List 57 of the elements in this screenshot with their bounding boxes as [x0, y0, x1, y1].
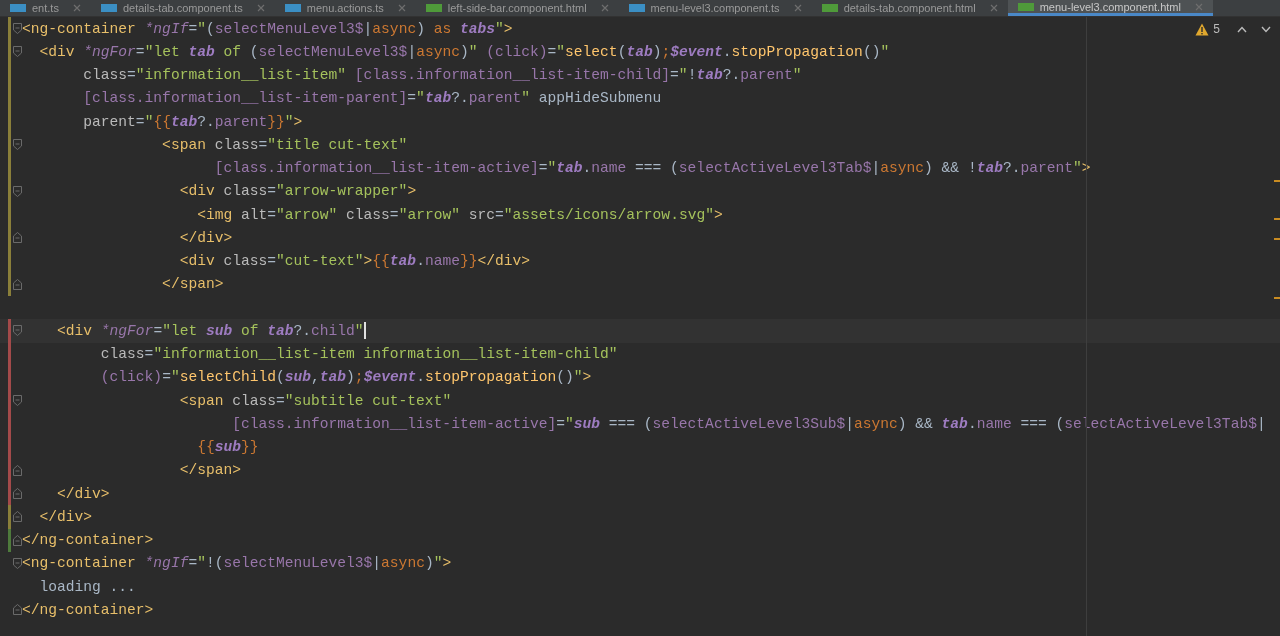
file-tab[interactable]: menu-level3.component.html — [1007, 0, 1213, 16]
file-tab[interactable]: details-tab.component.html — [811, 0, 1008, 16]
code-line: </span> — [178, 462, 241, 479]
fold-icon[interactable] — [13, 395, 22, 407]
code-line: class="information__list-item information__list-item-child" — [99, 346, 618, 363]
code-line: </ng-container> — [22, 601, 154, 618]
warning-count: 5 — [1213, 22, 1220, 36]
file-tab[interactable]: menu-level3.component.ts — [618, 0, 812, 16]
code-line: </ng-container> — [22, 532, 154, 549]
code-line: <span class="title cut-text" — [161, 136, 408, 153]
close-icon[interactable] — [793, 4, 802, 12]
code-line: (click)="selectChild(sub,tab);$event.stopPropagation()"> — [99, 369, 592, 386]
fold-icon[interactable] — [13, 464, 22, 476]
fold-icon[interactable] — [13, 534, 22, 546]
fold-icon[interactable] — [13, 604, 22, 616]
code-line: loading ... — [38, 578, 136, 595]
code-line: </div> — [38, 508, 93, 525]
file-tab[interactable]: left-side-bar.component.html — [415, 0, 619, 16]
fold-icon[interactable] — [13, 511, 22, 523]
code-line: [class.information__list-item-parent]="tab?.parent" appHideSubmenu — [82, 90, 662, 107]
file-tab[interactable]: menu.actions.ts — [274, 0, 416, 16]
code-line: {{sub}} — [196, 439, 259, 456]
fold-icon[interactable] — [13, 139, 22, 151]
close-icon[interactable] — [72, 4, 81, 12]
warning-icon[interactable] — [1195, 22, 1210, 36]
code-line: <ng-container *ngIf="!(selectMenuLevel3$|async)"> — [22, 555, 452, 572]
close-icon[interactable] — [256, 4, 265, 12]
fold-icon[interactable] — [13, 557, 22, 569]
close-icon[interactable] — [989, 4, 998, 12]
code-line: </div> — [178, 229, 233, 246]
fold-icon[interactable] — [13, 23, 22, 35]
code-line: </span> — [161, 276, 224, 293]
text-caret — [363, 322, 366, 340]
fold-icon[interactable] — [13, 46, 22, 58]
close-icon[interactable] — [1194, 2, 1203, 11]
code-line: </div> — [56, 485, 110, 502]
code-line: [class.information__list-item-active]="sub === (selectActiveLevel3Sub$|async) && tab.name === (selectActiveLevel3Tab$| — [231, 415, 1266, 432]
close-icon[interactable] — [600, 4, 609, 12]
chevron-up-icon[interactable] — [1237, 25, 1247, 33]
fold-icon[interactable] — [13, 278, 22, 290]
close-icon[interactable] — [397, 4, 406, 12]
code-line: class="information__list-item" [class.information__list-item-child]="!tab?.parent" — [82, 67, 802, 84]
chevron-down-icon[interactable] — [1261, 25, 1271, 33]
code-line: parent="{{tab?.parent}}"> — [82, 113, 303, 130]
code-line: <ng-container *ngIf="(selectMenuLevel3$|async) as tabs"> — [22, 20, 513, 37]
code-line: <div *ngFor="let sub of tab?.child" — [56, 322, 364, 339]
fold-icon[interactable] — [13, 488, 22, 500]
code-line: <img alt="arrow" class="arrow" src="assets/icons/arrow.svg"> — [196, 206, 723, 223]
code-line: <div class="arrow-wrapper"> — [178, 183, 417, 200]
code-line: <div *ngFor="let tab of (selectMenuLevel3$|async)" (click)="select(tab);$event.stopPropagation()" — [38, 43, 890, 60]
code-line: <div class="cut-text">{{tab.name}}</div> — [178, 253, 530, 270]
file-tab[interactable]: details-tab.component.ts — [90, 0, 275, 16]
code-line: <span class="subtitle cut-text" — [178, 392, 452, 409]
fold-icon[interactable] — [13, 325, 22, 337]
fold-icon[interactable] — [13, 232, 22, 244]
file-tab[interactable]: ent.ts — [0, 0, 91, 16]
fold-icon[interactable] — [13, 185, 22, 197]
